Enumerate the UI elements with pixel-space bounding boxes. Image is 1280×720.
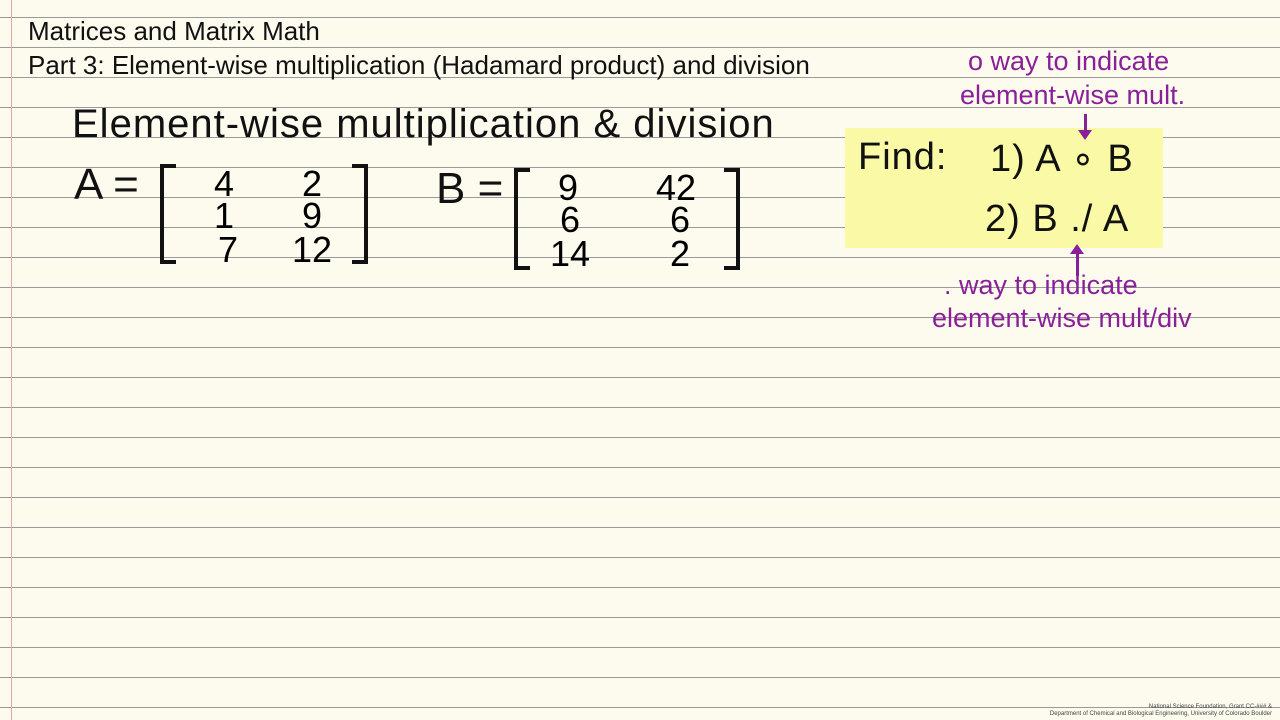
bracket-tick — [724, 266, 736, 270]
credit-line-1: National Science Foundation, Grant CC-##… — [1148, 704, 1272, 710]
matrix-b: 9 42 6 6 14 2 — [514, 168, 740, 274]
matrix-a-cell: 7 — [217, 229, 239, 270]
annotation-hadamard-line2: element-wise mult. — [960, 80, 1186, 110]
matrix-b-cell: 2 — [669, 233, 691, 274]
credit-footer: National Science Foundation, Grant CC-##… — [1050, 704, 1272, 718]
bracket-tick — [724, 168, 736, 172]
notebook-margin-line — [11, 0, 12, 720]
annotation-hadamard-line1: o way to indicate — [968, 46, 1170, 76]
bracket-tick — [164, 260, 176, 264]
find-label: Find: — [858, 136, 948, 178]
matrix-b-cell: 14 — [549, 233, 591, 274]
up-arrow-icon — [1076, 252, 1079, 276]
matrix-a: 4 2 1 9 7 12 — [160, 164, 368, 268]
bracket-tick — [352, 164, 364, 168]
bracket-tick — [518, 266, 530, 270]
lecture-header: Matrices and Matrix Math Part 3: Element… — [28, 14, 810, 82]
bracket-tick — [518, 168, 530, 172]
bracket-tick — [164, 164, 176, 168]
arrow-head-icon — [1070, 244, 1084, 254]
bracket-tick — [352, 260, 364, 264]
matrix-a-label: A = — [74, 160, 139, 209]
credit-line-2: Department of Chemical and Biological En… — [1049, 711, 1272, 717]
find-item-1: 1) A ∘ B — [990, 138, 1134, 180]
lecture-title: Matrices and Matrix Math — [28, 16, 320, 46]
annotation-division-line2: element-wise mult/div — [932, 303, 1192, 333]
matrix-b-label: B = — [436, 164, 504, 213]
find-item-2: 2) B ./ A — [985, 198, 1130, 240]
lecture-subtitle: Part 3: Element-wise multiplication (Had… — [28, 50, 810, 80]
matrix-a-cell: 12 — [291, 229, 333, 270]
arrow-head-icon — [1078, 130, 1092, 140]
annotation-division-line1: . way to indicate — [944, 270, 1138, 300]
board-heading: Element-wise multiplication & division — [72, 102, 775, 146]
